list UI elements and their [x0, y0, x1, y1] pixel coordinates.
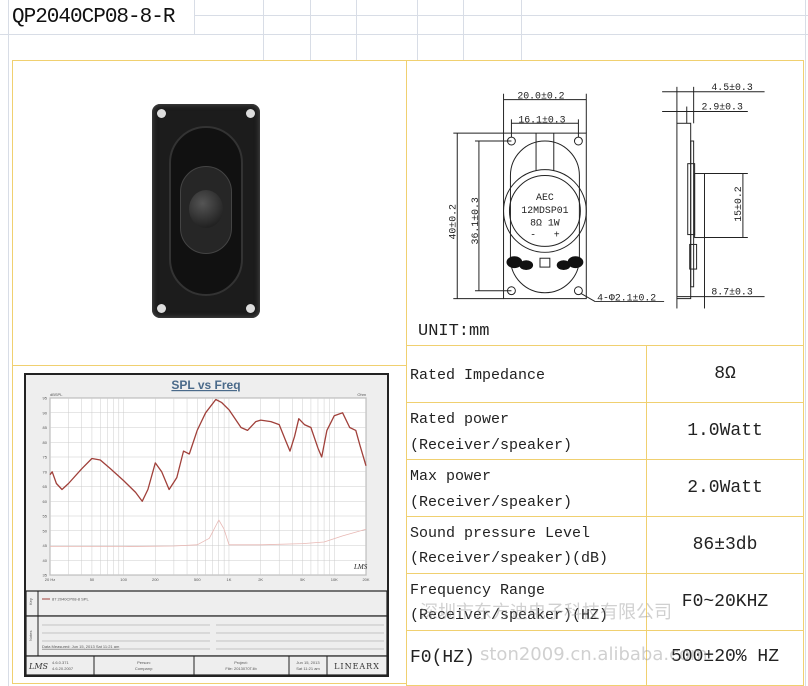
y-tick-label: 65: [43, 484, 48, 489]
footer-brand: LINEARX: [334, 662, 380, 671]
gridline: [463, 0, 464, 60]
speaker-photo: [152, 104, 260, 318]
spec-value: 8Ω: [714, 364, 736, 384]
mounting-hole: [246, 109, 255, 118]
x-tick-label: 50: [90, 577, 95, 582]
speaker-label-line: 12MDSP01: [521, 205, 568, 216]
x-tick-label: 1K: [227, 577, 232, 582]
notes-panel: [25, 615, 388, 657]
spec-label-sub: (Receiver/speaker): [410, 494, 573, 511]
dim-holes: 4-Φ2.1±0.2: [597, 293, 656, 304]
dimension-drawing: 20.0±0.2 16.1±0.3 40±0.2 36.1±0.3 4-Φ2.1…: [447, 82, 765, 309]
spec-value: 500±20% HZ: [670, 647, 780, 667]
spec-label: F0(HZ): [410, 648, 475, 668]
dim-depth-frame: 2.9±0.3: [702, 101, 743, 112]
chart-title: SPL vs Freq: [171, 378, 240, 392]
y-tick-label: 75: [43, 455, 48, 460]
x-tick-label: 10K: [331, 577, 338, 582]
spec-value: F0~20KHZ: [681, 592, 769, 612]
x-tick-label: 200: [152, 577, 159, 582]
footer-person: Person:: [137, 660, 151, 665]
footer-panel: [25, 655, 388, 676]
spec-value: 1.0Watt: [687, 421, 763, 441]
gridline: [805, 0, 806, 686]
spl-chart: 9590858075706560555045403520 Hz 50 100 200 5…: [25, 378, 388, 676]
dust-dome: [189, 190, 223, 228]
footer-time: Sat 11:21 am: [296, 666, 320, 671]
unit-label: UNIT:mm: [418, 322, 490, 341]
y-axis-label: dBSPL: [50, 392, 63, 397]
mounting-hole: [157, 304, 166, 313]
x-tick-label: 20 Hz: [45, 577, 55, 582]
spec-label: Rated power: [410, 411, 510, 428]
footer-version: 4.6.0.371: [52, 660, 69, 665]
x-tick-label: 500: [194, 577, 201, 582]
y-tick-label: 95: [43, 396, 48, 401]
column-divider: [646, 345, 647, 686]
y-tick-label: 80: [43, 440, 48, 445]
footer-date_code: 4.6.20.2007: [52, 666, 74, 671]
spec-label-sub: (Receiver/speaker)(HZ): [410, 607, 609, 624]
gridline: [356, 0, 357, 60]
dim-side-depth: 8.7±0.3: [711, 287, 752, 298]
spec-value: 2.0Watt: [687, 478, 763, 498]
spec-label: Frequency Range: [410, 582, 546, 599]
spec-label-sub: (Receiver/speaker): [410, 437, 573, 454]
gridline: [0, 34, 808, 35]
spec-label-sub: (Receiver/speaker)(dB): [410, 550, 609, 567]
x-tick-label: 5K: [300, 577, 305, 582]
footer-date: Jun 15, 2013: [296, 660, 320, 665]
speaker-label-line: - +: [530, 230, 560, 241]
x-tick-label: 2K: [258, 577, 263, 582]
gridline: [521, 0, 522, 60]
mounting-hole: [246, 304, 255, 313]
gridline: [8, 0, 9, 686]
gridline: [417, 0, 418, 60]
y-tick-label: 85: [43, 425, 48, 430]
footer-logo: LMS: [28, 662, 49, 671]
legend-panel: [25, 590, 388, 617]
y-tick-label: 45: [43, 543, 48, 548]
dim-side-height: 15±0.2: [733, 186, 744, 222]
y-tick-label: 50: [43, 528, 48, 533]
spec-value: 86±3db: [692, 535, 758, 555]
y-tick-label: 90: [43, 410, 48, 415]
product-title: QP2040CP08-8-R: [12, 6, 175, 29]
y2-axis-label: Ohm: [357, 392, 366, 397]
x-tick-label: 20K: [362, 577, 369, 582]
legend-side-label: Key: [28, 598, 33, 605]
y-tick-label: 70: [43, 469, 48, 474]
legend-entry: 87 2040CP08-8 SPL: [52, 597, 89, 602]
dim-height-holes: 36.1±0.3: [470, 197, 481, 244]
speaker-label-line: AEC: [536, 192, 554, 203]
speaker-label-line: 8Ω 1W: [530, 218, 560, 229]
spec-label: Rated Impedance: [410, 367, 546, 384]
dim-height-outer: 40±0.2: [447, 204, 458, 240]
dim-depth-total: 4.5±0.3: [711, 82, 752, 93]
spec-label: Sound pressure Level: [410, 525, 591, 542]
mounting-hole: [157, 109, 166, 118]
footer-project: Project:: [234, 660, 248, 665]
dim-width-holes: 16.1±0.3: [518, 114, 565, 125]
dim-width-outer: 20.0±0.2: [517, 91, 564, 102]
notes-text: Data Measured: Jun 15, 2013 Sat 11:21 am: [42, 644, 120, 649]
footer-file: File: 2013070T.lib: [225, 666, 257, 671]
y-tick-label: 60: [43, 499, 48, 504]
y-tick-label: 55: [43, 514, 48, 519]
y-tick-label: 40: [43, 558, 48, 563]
spec-label: Max power: [410, 468, 492, 485]
notes-side-label: Notes: [28, 631, 33, 641]
x-tick-label: 100: [120, 577, 127, 582]
footer-company: Company:: [135, 666, 153, 671]
lms-logo: LMS: [353, 563, 368, 571]
